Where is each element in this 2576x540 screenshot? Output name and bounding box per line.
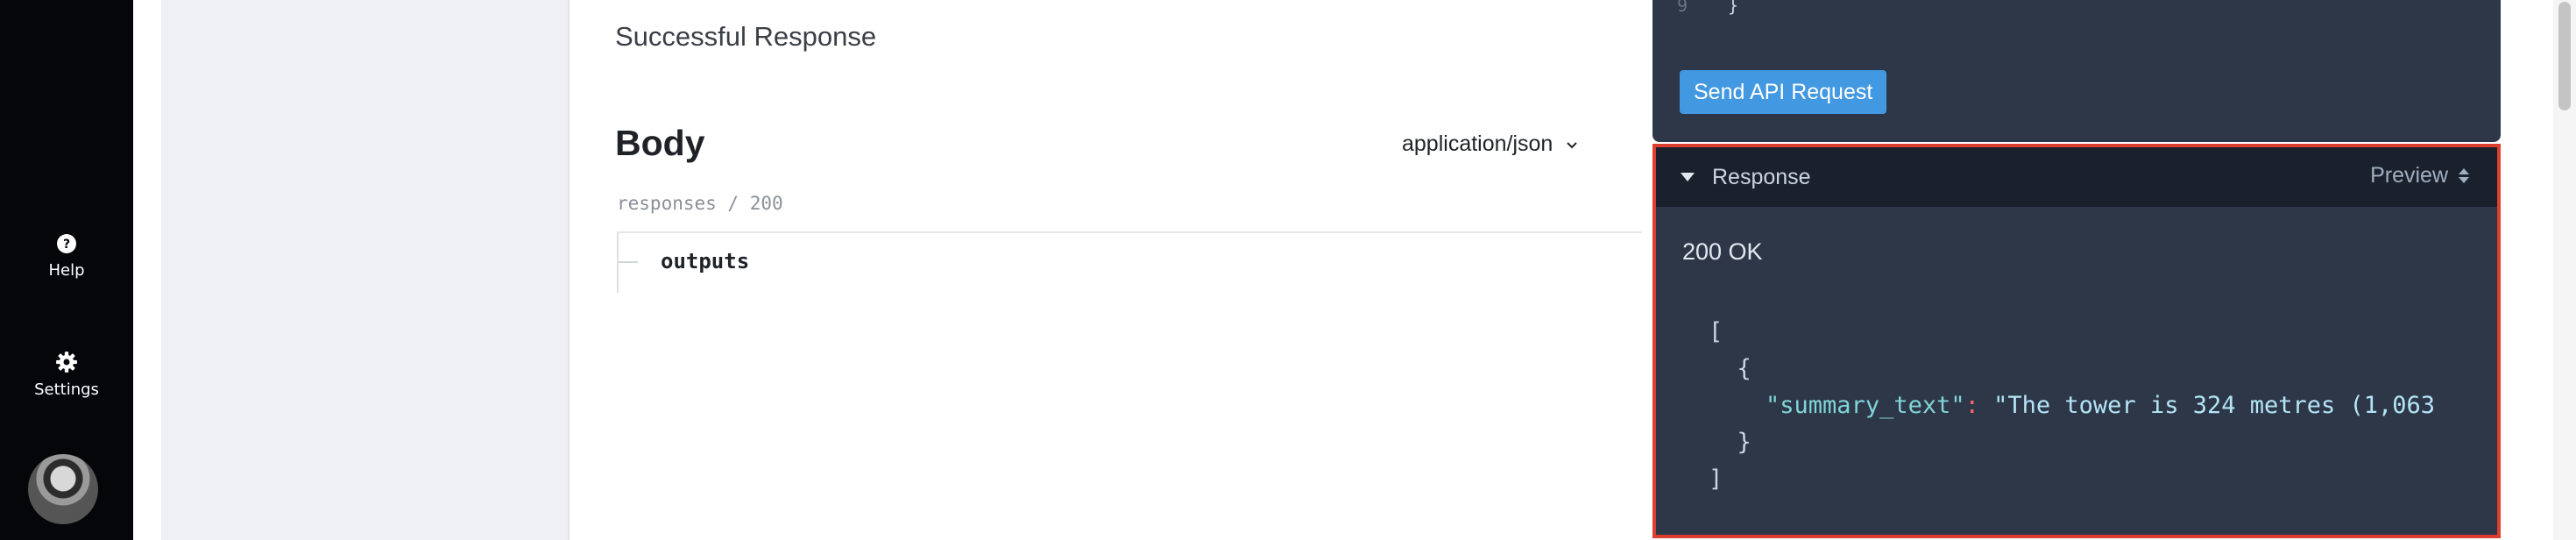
left-rail: ? Help Settings [0,0,133,540]
request-console: 9 } Send API Request [1652,0,2501,142]
send-api-request-button[interactable]: Send API Request [1680,70,1887,114]
preview-label: Preview [2370,163,2448,188]
scroll-thumb[interactable] [2558,2,2571,110]
response-panel: Response Preview 200 OK [ { "summary_tex… [1652,144,2501,538]
response-label: Response [1712,164,1811,189]
json-open-brace: { [1737,355,1752,382]
code-line: } [1728,0,1739,16]
json-response: [ { "summary_text": "The tower is 324 me… [1709,314,2480,498]
sort-arrows-icon [2459,168,2469,183]
content-type-value: application/json [1402,131,1553,156]
divider [617,231,1642,233]
settings-nav-item[interactable]: Settings [0,351,133,399]
tree-line [617,233,619,293]
response-title: Successful Response [615,21,877,52]
content-type-dropdown[interactable]: application/json [1402,131,1579,157]
caret-down-icon[interactable] [1681,173,1695,181]
response-header[interactable]: Response Preview [1656,147,2497,207]
status-code: 200 OK [1682,238,1763,265]
help-label: Help [48,261,85,280]
settings-label: Settings [34,380,99,399]
json-close-bracket: ] [1709,465,1723,493]
property-name: outputs [661,249,750,274]
json-value: "The tower is 324 metres (1,063 [1993,392,2436,419]
breadcrumb: responses / 200 [617,193,783,214]
json-open-bracket: [ [1709,318,1723,345]
json-key: "summary_text" [1766,392,1965,419]
question-circle-icon: ? [57,234,76,253]
chevron-down-icon [1567,141,1578,148]
json-close-brace: } [1737,429,1752,456]
help-nav-item[interactable]: ? Help [0,233,133,280]
line-number: 9 [1677,0,1688,16]
body-heading: Body [615,123,705,163]
tree-branch [619,261,638,263]
json-colon: : [1964,392,1979,419]
gutter [133,0,161,540]
gear-icon [56,352,77,373]
side-panel [161,0,570,540]
svg-text:?: ? [63,238,70,252]
avatar[interactable] [28,454,98,524]
preview-select[interactable]: Preview [2370,163,2469,188]
page-scrollbar[interactable] [2553,0,2576,540]
main-content: Successful Response Body application/jso… [570,0,1652,540]
